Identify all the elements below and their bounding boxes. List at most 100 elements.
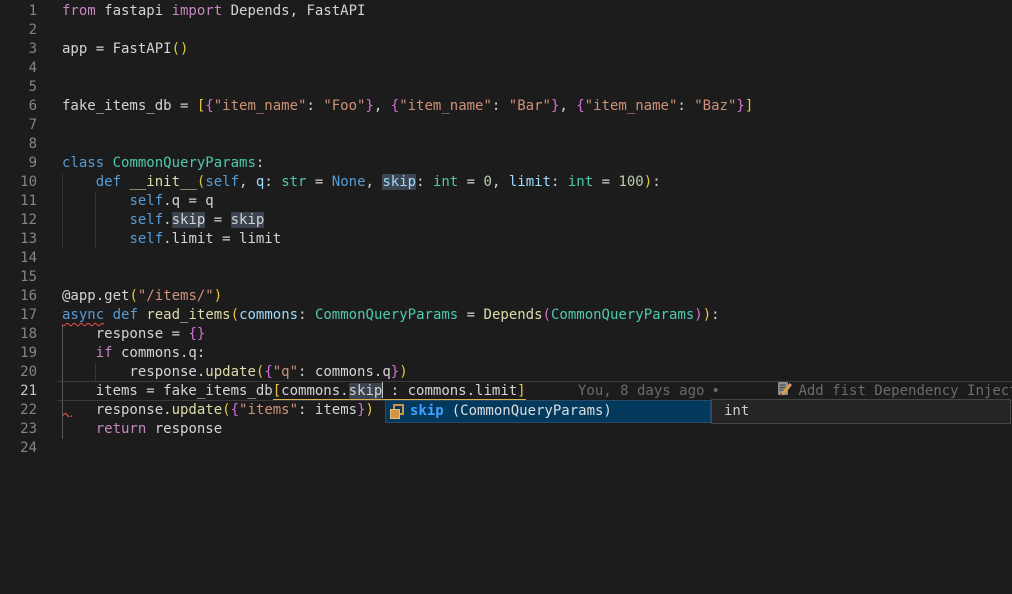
- code-token: "/items/": [138, 288, 214, 304]
- code-line[interactable]: response.update({"q": commons.q}): [62, 363, 753, 382]
- code-line[interactable]: @app.get("/items/"): [62, 287, 753, 306]
- line-number[interactable]: 4: [0, 59, 37, 78]
- code-token: =: [458, 174, 483, 190]
- line-number[interactable]: 22: [0, 401, 37, 420]
- line-number[interactable]: 15: [0, 268, 37, 287]
- code-token: update: [172, 402, 223, 418]
- code-token: ]: [517, 383, 525, 400]
- code-token: :: [492, 98, 509, 114]
- code-token: int: [568, 174, 593, 190]
- code-token: fake_items_db =: [62, 98, 197, 114]
- line-number[interactable]: 9: [0, 154, 37, 173]
- code-token: response.: [62, 364, 205, 380]
- code-line[interactable]: app = FastAPI(): [62, 40, 753, 59]
- code-token: :: [711, 307, 719, 323]
- code-token: [62, 231, 129, 247]
- suggestion-item-skip[interactable]: skip (CommonQueryParams): [385, 400, 711, 423]
- code-token: .: [163, 212, 171, 228]
- line-number[interactable]: 7: [0, 116, 37, 135]
- line-number[interactable]: 13: [0, 230, 37, 249]
- line-number[interactable]: 2: [0, 21, 37, 40]
- code-token: CommonQueryParams: [551, 307, 694, 323]
- suggestion-label: skip: [410, 402, 444, 421]
- code-token: :: [416, 174, 433, 190]
- code-token: :: [264, 174, 281, 190]
- code-line[interactable]: [62, 249, 753, 268]
- code-line[interactable]: [62, 439, 753, 458]
- code-line[interactable]: self.limit = limit: [62, 230, 753, 249]
- code-token: self: [205, 174, 239, 190]
- code-token: .q = q: [163, 193, 214, 209]
- line-number[interactable]: 3: [0, 40, 37, 59]
- code-line[interactable]: [62, 78, 753, 97]
- code-line[interactable]: [62, 21, 753, 40]
- code-token: ,: [492, 174, 509, 190]
- code-token: str: [281, 174, 306, 190]
- line-number[interactable]: 20: [0, 363, 37, 382]
- line-number[interactable]: 19: [0, 344, 37, 363]
- code-token: return: [96, 421, 147, 437]
- code-lines: from fastapi import Depends, FastAPI app …: [62, 2, 753, 458]
- code-line[interactable]: [62, 135, 753, 154]
- code-token: : commons.limit: [382, 383, 517, 400]
- code-token: ): [214, 288, 222, 304]
- code-token: "Bar": [509, 98, 551, 114]
- code-editor[interactable]: 123456789101112131415161718192021222324 …: [0, 0, 1012, 594]
- code-line[interactable]: [62, 268, 753, 287]
- line-number[interactable]: 12: [0, 211, 37, 230]
- code-token: =: [458, 307, 483, 323]
- code-token: (: [231, 307, 239, 323]
- code-line[interactable]: response = {}: [62, 325, 753, 344]
- code-token: ): [366, 402, 374, 418]
- line-number[interactable]: 23: [0, 420, 37, 439]
- code-token: def: [113, 307, 138, 323]
- code-line[interactable]: self.skip = skip: [62, 211, 753, 230]
- line-number[interactable]: 6: [0, 97, 37, 116]
- code-token: response =: [62, 326, 188, 342]
- line-number[interactable]: 8: [0, 135, 37, 154]
- code-line[interactable]: fake_items_db = [{"item_name": "Foo"}, {…: [62, 97, 753, 116]
- code-token: limit: [509, 174, 551, 190]
- code-line[interactable]: [62, 59, 753, 78]
- property-icon: [389, 404, 406, 420]
- code-token: "item_name": [585, 98, 678, 114]
- code-token: class: [62, 155, 104, 171]
- code-token: from: [62, 3, 96, 19]
- code-token: ): [703, 307, 711, 323]
- code-line[interactable]: [62, 116, 753, 135]
- code-token: Depends, FastAPI: [222, 3, 365, 19]
- code-token: }: [365, 98, 373, 114]
- code-line[interactable]: async def read_items(commons: CommonQuer…: [62, 306, 753, 325]
- code-token: ]: [745, 98, 753, 114]
- line-number[interactable]: 5: [0, 78, 37, 97]
- code-token: :: [677, 98, 694, 114]
- line-number[interactable]: 21: [0, 382, 37, 401]
- code-token: ): [644, 174, 652, 190]
- code-token: __init__: [129, 174, 196, 190]
- code-line[interactable]: from fastapi import Depends, FastAPI: [62, 2, 753, 21]
- line-number[interactable]: 14: [0, 249, 37, 268]
- code-line[interactable]: self.q = q: [62, 192, 753, 211]
- line-number[interactable]: 18: [0, 325, 37, 344]
- code-token: : items: [298, 402, 357, 418]
- code-token: "item_name": [399, 98, 492, 114]
- code-token: fastapi: [96, 3, 172, 19]
- line-number[interactable]: 17: [0, 306, 37, 325]
- code-line[interactable]: def __init__(self, q: str = None, skip: …: [62, 173, 753, 192]
- line-number[interactable]: 11: [0, 192, 37, 211]
- code-token: :: [256, 155, 264, 171]
- code-token: {: [391, 98, 399, 114]
- code-line[interactable]: class CommonQueryParams:: [62, 154, 753, 173]
- line-number[interactable]: 24: [0, 439, 37, 458]
- error-squiggle-icon: [62, 410, 74, 417]
- code-line[interactable]: if commons.q:: [62, 344, 753, 363]
- code-token: async: [62, 307, 104, 323]
- line-number[interactable]: 1: [0, 2, 37, 21]
- code-token: Depends: [484, 307, 543, 323]
- line-number[interactable]: 10: [0, 173, 37, 192]
- code-token: {}: [188, 326, 205, 342]
- code-token: response: [146, 421, 222, 437]
- code-line[interactable]: items = fake_items_db[commons.skip : com…: [62, 382, 753, 401]
- code-token: commons.q:: [113, 345, 206, 361]
- line-number[interactable]: 16: [0, 287, 37, 306]
